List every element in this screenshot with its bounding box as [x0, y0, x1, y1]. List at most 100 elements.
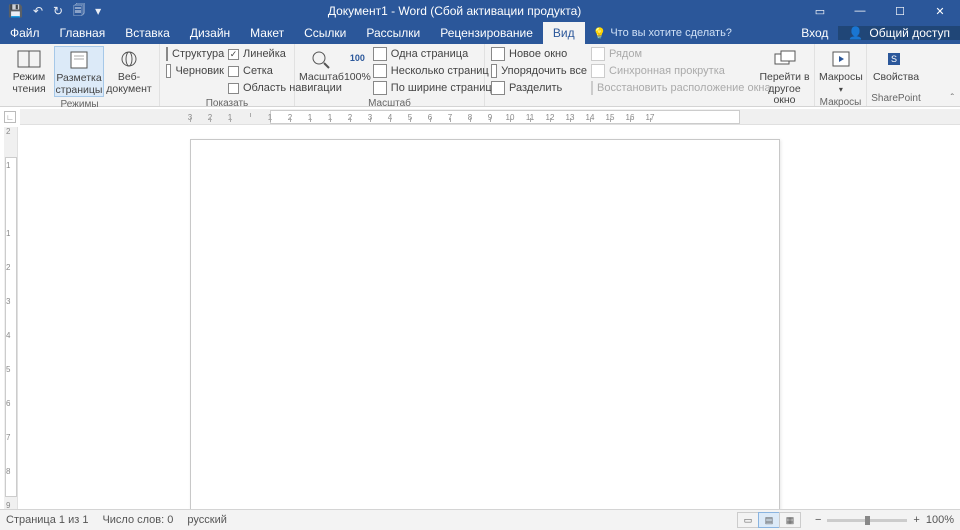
web-layout-button[interactable]: Веб- документ — [104, 46, 154, 95]
window-title: Документ1 - Word (Сбой активации продукт… — [109, 4, 800, 18]
split-icon — [491, 81, 505, 95]
collapse-ribbon-icon[interactable]: ˆ — [951, 93, 954, 104]
resetwin-icon — [591, 81, 593, 95]
share-button[interactable]: 👤 Общий доступ — [838, 26, 960, 40]
one-page-button[interactable]: Одна страница — [373, 46, 500, 62]
pagewidth-icon — [373, 81, 387, 95]
status-language[interactable]: русский — [187, 514, 226, 526]
view-printlayout-icon[interactable]: ▤ — [758, 512, 780, 528]
dropdown-icon: ▾ — [839, 85, 843, 94]
zoom-slider-thumb[interactable] — [865, 516, 870, 525]
read-mode-button[interactable]: Режим чтения — [4, 46, 54, 95]
document-canvas[interactable] — [20, 127, 960, 509]
split-button[interactable]: Разделить — [491, 80, 587, 96]
globe-icon — [116, 48, 142, 70]
window-close-icon[interactable]: ✕ — [920, 0, 960, 22]
gridlines-label: Сетка — [243, 65, 273, 77]
switch-windows-label: Перейти в другое окно — [759, 72, 810, 107]
checkbox-icon — [228, 66, 239, 77]
macros-label: Макросы — [819, 71, 863, 83]
tab-layout[interactable]: Макет — [240, 22, 294, 44]
page-width-label: По ширине страницы — [391, 82, 500, 94]
qat-touchmode-icon[interactable]: 🗐 — [73, 1, 85, 22]
sharepoint-icon: S — [883, 48, 909, 70]
qat-save-icon[interactable]: 💾 — [8, 4, 23, 18]
web-layout-label: Веб- документ — [106, 72, 151, 95]
properties-label: Свойства — [873, 72, 919, 84]
switch-windows-button[interactable]: Перейти в другое окно — [759, 46, 810, 107]
person-icon: 👤 — [848, 26, 863, 40]
login-button[interactable]: Вход — [791, 26, 838, 40]
one-page-label: Одна страница — [391, 48, 468, 60]
group-sharepoint-label: SharePoint — [867, 93, 925, 106]
checkbox-checked-icon: ✓ — [228, 49, 239, 60]
tab-file[interactable]: Файл — [0, 22, 50, 44]
draft-icon — [166, 64, 171, 78]
zoom-out-button[interactable]: − — [815, 514, 821, 526]
sidebyside-icon — [591, 47, 605, 61]
share-label: Общий доступ — [869, 26, 950, 40]
zoom-button[interactable]: Масштаб — [299, 46, 344, 84]
arrange-all-label: Упорядочить все — [501, 65, 587, 77]
outline-button[interactable]: Структура — [166, 46, 224, 62]
tab-view[interactable]: Вид — [543, 22, 585, 44]
properties-button[interactable]: S Свойства — [871, 46, 921, 84]
tab-home[interactable]: Главная — [50, 22, 116, 44]
qat-redo-icon[interactable]: ↻ — [53, 4, 63, 18]
vertical-ruler[interactable]: 21123456789 — [4, 127, 18, 509]
window-maximize-icon[interactable]: ☐ — [880, 0, 920, 22]
outline-icon — [166, 47, 168, 61]
status-wordcount[interactable]: Число слов: 0 — [102, 514, 173, 526]
side-by-side-button: Рядом — [591, 46, 757, 62]
ruler-label: Линейка — [243, 48, 286, 60]
multi-page-button[interactable]: Несколько страниц — [373, 63, 500, 79]
arrange-all-button[interactable]: Упорядочить все — [491, 63, 587, 79]
page-width-button[interactable]: По ширине страницы — [373, 80, 500, 96]
zoom-label: Масштаб — [299, 72, 344, 84]
sync-icon — [591, 64, 605, 78]
tab-insert[interactable]: Вставка — [115, 22, 180, 44]
tab-design[interactable]: Дизайн — [180, 22, 240, 44]
status-page[interactable]: Страница 1 из 1 — [6, 514, 88, 526]
tell-me-text: Что вы хотите сделать? — [610, 27, 732, 39]
new-window-button[interactable]: Новое окно — [491, 46, 587, 62]
book-icon — [16, 48, 42, 70]
view-readmode-icon[interactable]: ▭ — [737, 512, 759, 528]
print-layout-button[interactable]: Разметка страницы — [54, 46, 104, 97]
tell-me[interactable]: 💡 Что вы хотите сделать? — [585, 22, 740, 44]
tab-mailings[interactable]: Рассылки — [356, 22, 430, 44]
tab-selector[interactable]: ∟ — [4, 111, 16, 123]
newwindow-icon — [491, 47, 505, 61]
multi-page-label: Несколько страниц — [391, 65, 489, 77]
sync-scroll-button: Синхронная прокрутка — [591, 63, 757, 79]
read-mode-label: Режим чтения — [12, 72, 45, 95]
new-window-label: Новое окно — [509, 48, 567, 60]
side-by-side-label: Рядом — [609, 48, 642, 60]
macros-button[interactable]: Макросы ▾ — [819, 46, 863, 95]
zoom-slider[interactable] — [827, 519, 907, 522]
switch-icon — [772, 48, 798, 70]
multipage-icon — [373, 64, 387, 78]
zoom-100-button[interactable]: 100 100% — [344, 46, 371, 84]
zoom-level[interactable]: 100% — [926, 514, 954, 526]
ribbon-displayopts-icon[interactable]: ▭ — [800, 0, 840, 22]
arrange-icon — [491, 64, 497, 78]
qat-more-icon[interactable]: ▾ — [95, 4, 101, 18]
page[interactable] — [190, 139, 780, 509]
view-weblayout-icon[interactable]: ▦ — [779, 512, 801, 528]
zoom-100-label: 100% — [344, 72, 371, 84]
print-layout-label: Разметка страницы — [56, 73, 103, 96]
tab-references[interactable]: Ссылки — [294, 22, 356, 44]
zoom-in-button[interactable]: + — [913, 514, 919, 526]
qat-undo-icon[interactable]: ↶ — [33, 4, 43, 18]
checkbox-icon — [228, 83, 239, 94]
horizontal-ruler[interactable]: 3211211234567891011121314151617 — [20, 109, 960, 125]
page-icon — [66, 49, 92, 71]
tab-review[interactable]: Рецензирование — [430, 22, 543, 44]
reset-window-label: Восстановить расположение окна — [597, 82, 771, 94]
window-minimize-icon[interactable]: — — [840, 0, 880, 22]
magnifier-icon — [308, 48, 334, 70]
macros-icon — [828, 48, 854, 70]
draft-button[interactable]: Черновик — [166, 63, 224, 79]
svg-text:S: S — [891, 54, 897, 64]
